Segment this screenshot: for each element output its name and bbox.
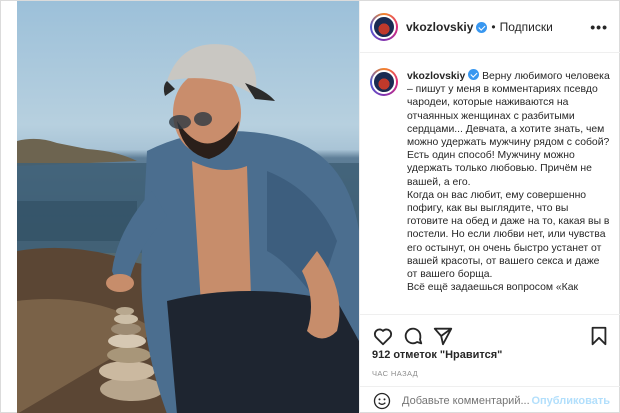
- comment-icon[interactable]: [402, 325, 424, 347]
- more-options-icon[interactable]: •••: [590, 19, 608, 35]
- bookmark-icon[interactable]: [588, 325, 610, 347]
- comments-area: vkozlovskiy Верну любимого человека – пи…: [360, 54, 620, 311]
- comment-input[interactable]: [402, 394, 542, 407]
- post-sidebar: vkozlovskiy • Подписки ••• vkozlovskiy В…: [359, 1, 620, 413]
- photo-man-stacking-stones: [17, 44, 359, 413]
- likes-count[interactable]: 912 отметок "Нравится": [372, 349, 502, 361]
- share-icon[interactable]: [432, 325, 454, 347]
- caption-paragraph: Всё ещё задаешься вопросом «Как: [407, 282, 579, 294]
- verified-badge-icon: [468, 69, 480, 80]
- separator-dot: •: [491, 19, 496, 34]
- post-header: vkozlovskiy • Подписки •••: [360, 1, 620, 53]
- publish-button[interactable]: Опубликовать: [531, 395, 610, 407]
- caption-paragraph: Когда он вас любит, ему совершенно пофиг…: [407, 189, 610, 281]
- following-button[interactable]: Подписки: [500, 20, 553, 34]
- post-caption: vkozlovskiy Верну любимого человека – пи…: [407, 68, 612, 311]
- instagram-post: vkozlovskiy • Подписки ••• vkozlovskiy В…: [0, 0, 620, 413]
- heart-icon[interactable]: [372, 325, 394, 347]
- verified-badge-icon: [476, 22, 488, 33]
- avatar-image: [372, 14, 396, 39]
- avatar[interactable]: [370, 12, 398, 41]
- emoji-icon[interactable]: [372, 391, 392, 411]
- caption-text: Верну любимого человека – пишут у меня в…: [407, 71, 610, 188]
- post-photo[interactable]: [17, 1, 359, 413]
- action-bar: [360, 314, 620, 354]
- caption-username[interactable]: vkozlovskiy: [407, 71, 465, 82]
- author-username[interactable]: vkozlovskiy: [406, 20, 473, 34]
- caption-avatar[interactable]: [370, 68, 398, 96]
- add-comment-bar: Опубликовать: [360, 386, 620, 413]
- post-timestamp[interactable]: ЧАС НАЗАД: [372, 369, 418, 378]
- avatar-image: [372, 70, 396, 94]
- caption-paragraph: vkozlovskiy Верну любимого человека – пи…: [407, 68, 612, 189]
